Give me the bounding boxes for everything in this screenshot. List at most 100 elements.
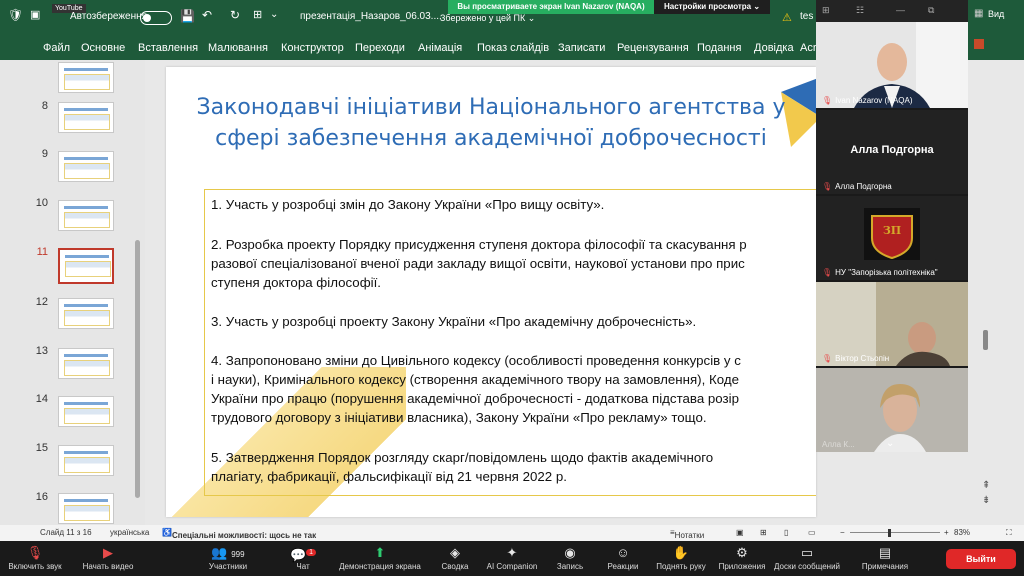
layout-icon[interactable]: ☷ xyxy=(856,5,864,16)
saved-status[interactable]: Збережено у цей ПК ⌄ xyxy=(440,13,535,24)
file-name: презентація_Назаров_06.03.... xyxy=(300,11,442,22)
slide-item-2: 2. Розробка проекту Порядку присудження … xyxy=(211,237,747,252)
slide-thumbnail-selected[interactable] xyxy=(58,248,114,284)
slide-item-1: 1. Участь у розробці змін до Закону Укра… xyxy=(211,197,605,212)
notes-button[interactable]: ≡ Нотатки xyxy=(670,528,704,540)
redo-icon[interactable]: ↻ xyxy=(230,8,240,22)
tab-transitions[interactable]: Переходи xyxy=(355,42,405,54)
next-slide-icon[interactable]: ⇟ xyxy=(982,495,990,506)
tab-view[interactable]: Подання xyxy=(697,42,741,54)
more-icon[interactable]: ⌄ xyxy=(270,9,278,20)
zoom-level[interactable]: 83% xyxy=(954,528,970,537)
tab-record[interactable]: Записати xyxy=(558,42,605,54)
view-options-button[interactable]: Настройки просмотра ⌄ xyxy=(654,0,770,14)
accessibility-status[interactable]: ♿ Спеціальні можливості: щось не так xyxy=(162,528,316,540)
slide-item-4: 4. Запропоновано зміни до Цивільного код… xyxy=(211,353,741,368)
slide-thumbnails: 8 9 10 11 12 13 14 15 16 xyxy=(0,60,145,525)
warning-icon: ⚠ xyxy=(782,12,792,24)
slide-counter: Слайд 11 з 16 xyxy=(40,528,92,537)
slide-scrollbar[interactable] xyxy=(983,330,988,350)
slide-thumbnail[interactable] xyxy=(58,493,114,524)
slide-canvas[interactable]: Законодавчі ініціативи Національного аге… xyxy=(166,67,816,517)
participant-tile[interactable]: ЗП 🎙 НУ "Запорізька політехніка" xyxy=(816,196,968,280)
tab-review[interactable]: Рецензування xyxy=(617,42,689,54)
slide-thumbnail[interactable] xyxy=(58,445,114,476)
slide-thumbnail[interactable] xyxy=(58,200,114,231)
popout-icon[interactable]: ⧉ xyxy=(928,5,934,16)
slide-thumbnail[interactable] xyxy=(58,298,114,329)
participant-tile[interactable]: 🎙 Віктор Стьопін xyxy=(816,282,968,366)
video-off-icon: ▶ xyxy=(103,545,113,560)
tab-slideshow[interactable]: Показ слайдів xyxy=(477,42,549,54)
autosave-toggle[interactable] xyxy=(140,11,172,25)
share-screen-button[interactable]: ⬆ Демонстрация экрана xyxy=(336,544,424,571)
start-video-button[interactable]: ▶ Начать видео xyxy=(73,544,143,571)
language[interactable]: українська xyxy=(110,528,149,537)
prev-slide-icon[interactable]: ⇞ xyxy=(982,480,990,491)
slide-thumbnail[interactable] xyxy=(58,396,114,427)
participant-tile[interactable]: Алла Подгорна 🎙 Алла Подгорна xyxy=(816,110,968,194)
slide-number: 10 xyxy=(35,197,48,209)
apps-icon: ⚙ xyxy=(736,545,748,560)
normal-view-icon[interactable]: ▣ xyxy=(736,528,744,537)
participant-tile[interactable]: ⌄ Алла К... xyxy=(816,368,968,452)
mic-muted-icon: 🎙 xyxy=(822,182,833,191)
thumbnail-scrollbar[interactable] xyxy=(135,240,140,498)
unmute-button[interactable]: 🎙 Включить звук xyxy=(0,544,70,571)
sorter-view-icon[interactable]: ⊞ xyxy=(760,528,767,537)
slide-item-4-cont: трудового договору з ініціативи власника… xyxy=(211,410,707,425)
slide-thumbnail[interactable] xyxy=(58,102,114,133)
zoom-slider-thumb[interactable] xyxy=(888,529,891,537)
reading-view-icon[interactable]: ▯ xyxy=(784,528,788,537)
share-icon[interactable] xyxy=(974,39,984,49)
apps-button[interactable]: ⚙ Приложения xyxy=(707,544,777,571)
tab-acrobat[interactable]: Acr xyxy=(800,42,817,54)
share-message: Вы просматриваете экран Ivan Nazarov (NA… xyxy=(448,0,654,14)
tab-file[interactable]: Файл xyxy=(43,42,70,54)
participant-name: Алла К... xyxy=(822,440,855,449)
autosave-label: Автозбереження xyxy=(70,11,148,22)
participants-button[interactable]: 👥 999 Участники xyxy=(193,544,263,571)
participant-tile-speaker[interactable]: 🎙 Ivan Nazarov (NAQA) xyxy=(816,22,968,108)
zoom-in-icon[interactable]: + xyxy=(944,528,949,537)
tab-animations[interactable]: Анімація xyxy=(418,42,462,54)
mic-muted-icon: 🎙 xyxy=(822,354,833,363)
tab-design[interactable]: Конструктор xyxy=(281,42,344,54)
slide-thumbnail[interactable] xyxy=(58,62,114,93)
slide-number: 16 xyxy=(35,491,48,503)
tab-draw[interactable]: Малювання xyxy=(208,42,268,54)
minimize-icon[interactable]: — xyxy=(896,5,905,15)
undo-icon[interactable]: ↶ xyxy=(202,8,212,22)
notes-button[interactable]: ▤ Примечания xyxy=(850,544,920,571)
raise-hand-button[interactable]: ✋ Поднять руку xyxy=(646,544,716,571)
fit-slide-icon[interactable]: ⛶ xyxy=(1006,528,1012,538)
tab-help[interactable]: Довідка xyxy=(754,42,794,54)
slide-item-3: 3. Участь у розробці проекту Закону Укра… xyxy=(211,314,697,329)
view-grid-icon[interactable]: ▦ xyxy=(974,8,983,19)
save-icon[interactable]: 💾 xyxy=(180,9,195,23)
chat-button[interactable]: 💬 1 Чат xyxy=(268,544,338,571)
share-screen-icon: ⬆ xyxy=(374,545,386,560)
slide-number: 9 xyxy=(41,148,48,160)
tab-home[interactable]: Основне xyxy=(81,42,125,54)
chevron-down-icon[interactable]: ⌄ xyxy=(886,438,894,449)
hand-icon: ✋ xyxy=(672,545,690,560)
present-icon[interactable]: ⊞ xyxy=(253,8,262,21)
leave-button[interactable]: Выйти xyxy=(946,549,1016,569)
slide-thumbnail[interactable] xyxy=(58,151,114,182)
zoom-toolbar: 🎙 Включить звук ▶ Начать видео 👥 999 Участн… xyxy=(0,541,1024,576)
slide-item-2-cont: разової спеціалізованої вченої ради закл… xyxy=(211,256,745,271)
panel-header: ⊞ ☷ — ⧉ xyxy=(816,0,968,22)
slideshow-view-icon[interactable]: ▭ xyxy=(808,528,816,537)
shield-icon: 🛡 xyxy=(8,8,24,22)
slide-number: 11 xyxy=(36,246,48,258)
tab-insert[interactable]: Вставлення xyxy=(138,42,198,54)
view-label[interactable]: Вид xyxy=(988,9,1004,19)
pin-icon[interactable]: ⊞ xyxy=(822,5,830,16)
slide-thumbnail[interactable] xyxy=(58,348,114,379)
zoom-slider[interactable] xyxy=(850,532,940,533)
svg-text:ЗП: ЗП xyxy=(883,224,901,237)
search-partial[interactable]: tes xyxy=(800,11,813,22)
zoom-out-icon[interactable]: − xyxy=(840,528,845,537)
whiteboards-button[interactable]: ▭ Доски сообщений xyxy=(772,544,842,571)
